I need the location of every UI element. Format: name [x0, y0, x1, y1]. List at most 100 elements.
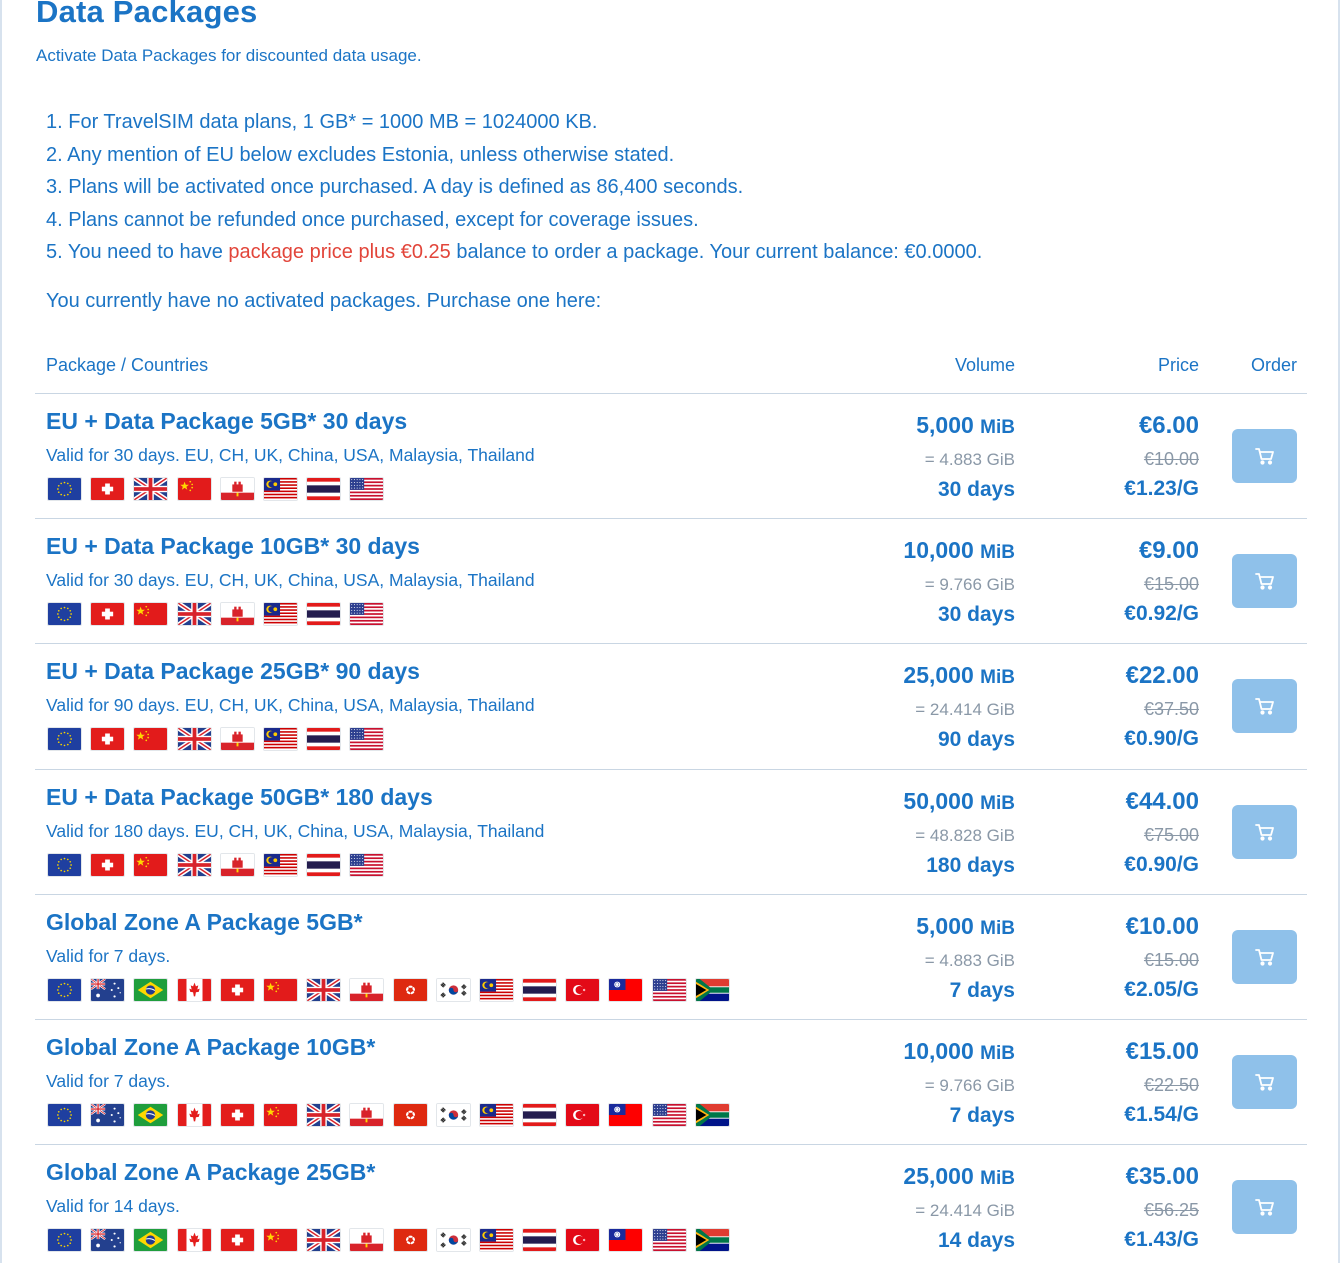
country-flags [47, 852, 393, 877]
flag-th-icon [306, 852, 342, 877]
flag-my-icon [262, 477, 298, 501]
flag-my-icon [262, 602, 298, 627]
original-price: €15.00 [1143, 574, 1199, 595]
package-price: €9.00 [1138, 537, 1199, 565]
package-volume: 25,000 MiB [903, 662, 1015, 689]
flag-br-icon [133, 977, 169, 1002]
package-price: €6.00 [1138, 412, 1199, 439]
flag-eu-icon [47, 852, 82, 877]
cart-icon [1254, 948, 1275, 966]
country-flags [47, 1228, 738, 1253]
note-item: 4. Plans cannot be refunded once purchas… [46, 208, 699, 231]
flag-tr-icon [565, 977, 601, 1002]
flag-au-icon [90, 1103, 126, 1127]
flag-th-icon [306, 477, 342, 501]
package-validity: Valid for 30 days. EU, CH, UK, China, US… [46, 570, 535, 591]
flag-br-icon [133, 1103, 169, 1127]
note-item-balance: 5. You need to have package price plus €… [46, 236, 982, 269]
package-name: EU + Data Package 50GB* 180 days [46, 783, 433, 810]
order-button[interactable] [1232, 429, 1297, 483]
flag-eu-icon [47, 1103, 82, 1127]
page-subtitle: Activate Data Packages for discounted da… [36, 46, 422, 65]
volume-value: 50,000 [903, 787, 974, 814]
order-button[interactable] [1232, 554, 1297, 609]
order-button[interactable] [1232, 929, 1297, 984]
flag-th-icon [522, 1103, 558, 1127]
flag-za-icon [694, 1103, 730, 1127]
flag-hk-icon [392, 1228, 428, 1253]
package-price: €15.00 [1125, 1038, 1199, 1065]
flag-eu-icon [47, 1228, 82, 1253]
package-name: EU + Data Package 5GB* 30 days [46, 408, 408, 434]
table-row: EU + Data Package 50GB* 180 days Valid fo… [0, 770, 1342, 895]
flag-ca-icon [176, 1228, 212, 1253]
volume-value: 5,000 [916, 412, 974, 438]
flag-uk-icon [176, 602, 212, 627]
flag-tw-icon [608, 977, 644, 1002]
volume-value: 25,000 [903, 1163, 974, 1190]
original-price: €10.00 [1143, 449, 1199, 469]
flag-kr-icon [435, 977, 471, 1002]
flag-gi-icon [349, 1103, 385, 1127]
price-per-gb: €0.92/G [1124, 602, 1199, 626]
flag-us-icon [651, 977, 687, 1002]
flag-ca-icon [176, 1103, 212, 1127]
no-packages-message: You currently have no activated packages… [46, 290, 602, 312]
flag-uk-icon [306, 977, 342, 1002]
flag-hk-icon [392, 1103, 428, 1127]
table-row: EU + Data Package 10GB* 30 days Valid for… [0, 519, 1342, 644]
price-per-gb: €1.54/G [1124, 1103, 1199, 1126]
package-name: EU + Data Package 25GB* 90 days [46, 658, 420, 685]
cart-icon [1254, 447, 1275, 465]
flag-au-icon [90, 977, 126, 1002]
price-requirement-highlight: package price plus €0.25 [228, 241, 451, 263]
flag-au-icon [90, 1228, 126, 1253]
flag-gi-icon [219, 727, 255, 752]
flag-eu-icon [47, 477, 82, 501]
volume-value: 10,000 [903, 1038, 974, 1064]
flag-za-icon [694, 977, 730, 1002]
flag-tr-icon [565, 1228, 601, 1253]
flag-my-icon [478, 977, 514, 1002]
flag-my-icon [262, 852, 298, 877]
original-price: €15.00 [1143, 949, 1199, 970]
original-price: €37.50 [1143, 699, 1199, 720]
order-button[interactable] [1232, 679, 1297, 734]
order-button[interactable] [1232, 1055, 1297, 1109]
flag-my-icon [478, 1228, 514, 1253]
volume-unit: MiB [980, 667, 1015, 689]
package-volume: 5,000 MiB [916, 913, 1015, 940]
price-per-gb: €2.05/G [1124, 977, 1199, 1001]
flag-th-icon [522, 1228, 558, 1253]
flag-us-icon [349, 602, 385, 627]
country-flags [47, 477, 393, 501]
table-header: Package / Countries Volume Price Order [0, 355, 1342, 379]
volume-unit: MiB [980, 917, 1015, 939]
package-price: €10.00 [1125, 912, 1199, 940]
package-duration: 90 days [937, 728, 1015, 752]
table-row: Global Zone A Package 10GB* Valid for 7 d… [0, 1020, 1342, 1145]
order-button[interactable] [1232, 1180, 1297, 1235]
flag-us-icon [651, 1103, 687, 1127]
package-duration: 30 days [937, 603, 1015, 627]
country-flags [47, 1103, 738, 1127]
flag-tr-icon [565, 1103, 601, 1127]
flag-kr-icon [435, 1103, 471, 1127]
flag-eu-icon [47, 727, 82, 752]
package-validity: Valid for 7 days. [46, 1071, 171, 1091]
price-per-gb: €0.90/G [1124, 852, 1199, 876]
order-button[interactable] [1232, 804, 1297, 859]
header-package: Package / Countries [46, 355, 209, 375]
package-volume: 10,000 MiB [903, 1038, 1015, 1065]
header-price: Price [1157, 355, 1199, 375]
page-title: Data Packages [36, 0, 258, 29]
flag-us-icon [349, 477, 385, 501]
package-validity: Valid for 7 days. [46, 945, 171, 966]
flag-gi-icon [349, 1228, 385, 1253]
volume-unit: MiB [980, 542, 1015, 564]
flag-us-icon [651, 1228, 687, 1253]
flag-uk-icon [176, 727, 212, 752]
volume-unit: MiB [980, 1168, 1015, 1190]
package-price: €44.00 [1125, 787, 1199, 815]
flag-gi-icon [219, 602, 255, 627]
